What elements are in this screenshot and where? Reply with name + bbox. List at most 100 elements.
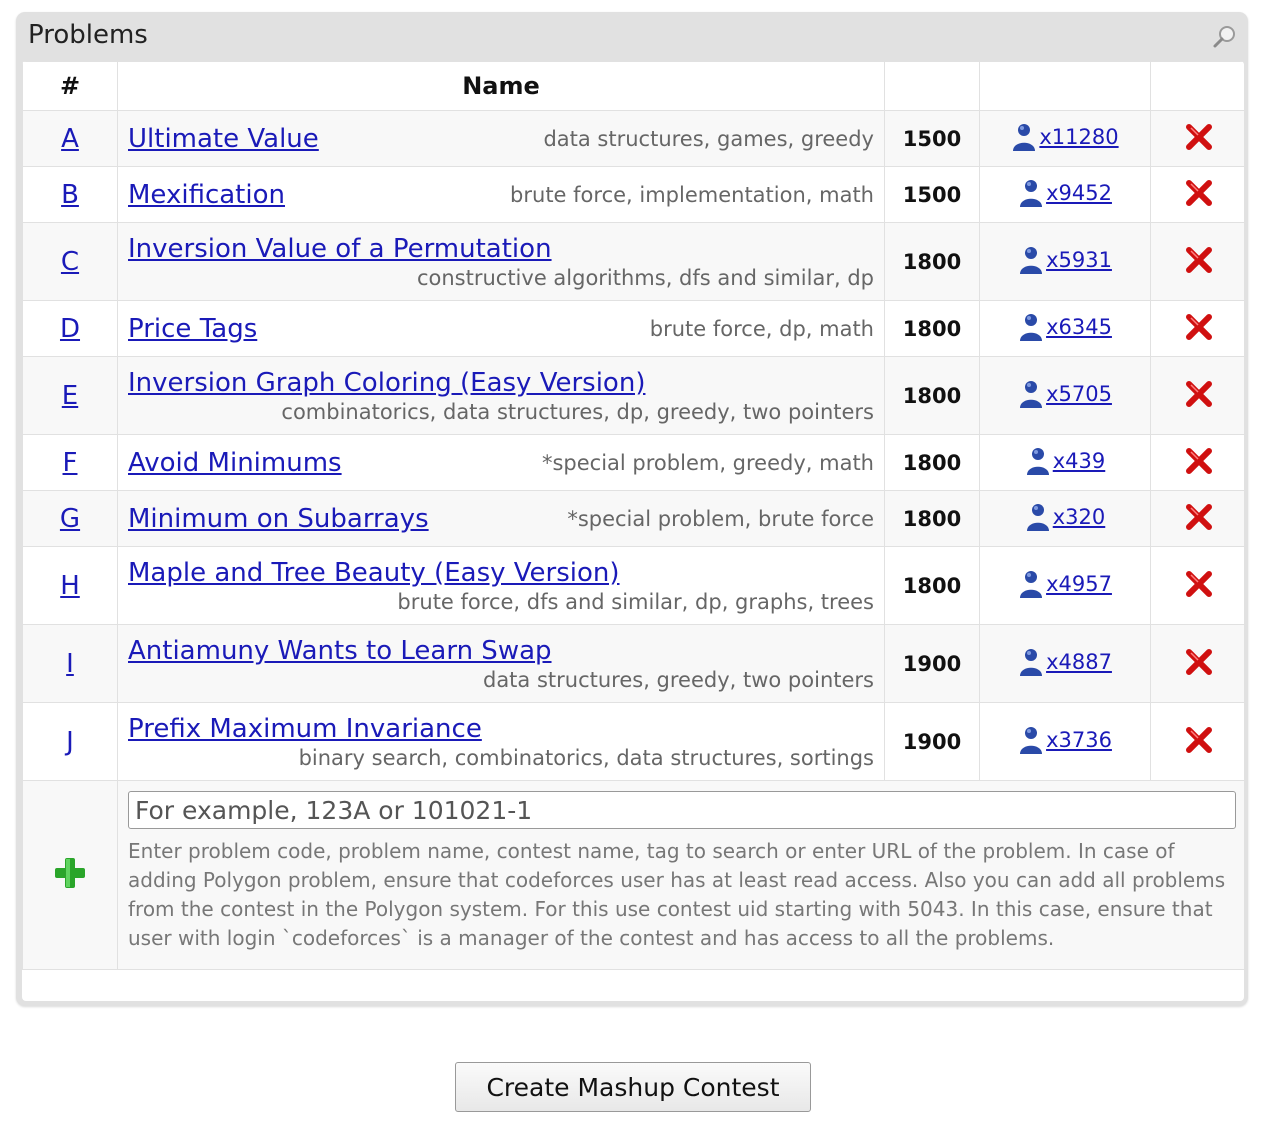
user-icon [1020, 179, 1043, 207]
delete-icon[interactable] [1184, 725, 1214, 755]
problem-delete-cell [1150, 434, 1244, 491]
problem-rating: 1800 [884, 546, 980, 625]
table-row: F Avoid Minimums *special problem, greedy,… [22, 434, 1244, 491]
create-mashup-contest-button[interactable]: Create Mashup Contest [455, 1062, 811, 1112]
problem-index-link[interactable]: G [60, 504, 80, 534]
problem-delete-cell [1150, 166, 1244, 223]
problem-tags: brute force, dfs and similar, dp, graphs… [397, 589, 874, 614]
table-row: B Mexification brute force, implementation… [22, 166, 1244, 223]
magnifier-icon[interactable] [1212, 24, 1238, 50]
user-icon [1026, 503, 1049, 531]
problems-panel: Problems # Name A Ultimate Value data stru… [16, 12, 1248, 1006]
solved-count-link[interactable]: x11280 [1039, 125, 1118, 149]
add-plus-icon[interactable] [53, 856, 87, 890]
solved-count: x4957 [1018, 569, 1112, 599]
table-row: D Price Tags brute force, dp, math 1800 x634… [22, 300, 1244, 357]
problem-index-link[interactable]: I [66, 649, 74, 679]
problem-index-link[interactable]: A [61, 124, 79, 154]
solved-count-link[interactable]: x5705 [1046, 382, 1112, 406]
problem-rating: 1800 [884, 434, 980, 491]
problem-solved-cell: x439 [979, 434, 1151, 491]
problem-search-input[interactable] [128, 791, 1236, 829]
delete-icon[interactable] [1184, 502, 1214, 532]
add-problem-input-cell: Enter problem code, problem name, contes… [117, 780, 1244, 970]
solved-count-link[interactable]: x3736 [1046, 728, 1112, 752]
problem-name-cell: Inversion Graph Coloring (Easy Version) c… [117, 356, 885, 435]
user-icon [1020, 380, 1043, 408]
solved-count-link[interactable]: x9452 [1046, 181, 1112, 205]
delete-icon[interactable] [1184, 312, 1214, 342]
problem-name-cell: Antiamuny Wants to Learn Swap data struct… [117, 624, 885, 703]
problem-solved-cell: x5705 [979, 356, 1151, 435]
problem-index-link[interactable]: H [60, 571, 80, 601]
solved-count: x5931 [1018, 245, 1112, 275]
problem-index-cell: A [22, 110, 118, 167]
problem-name-link[interactable]: Price Tags [128, 314, 257, 344]
solved-count: x3736 [1018, 725, 1112, 755]
table-row: J Prefix Maximum Invariance binary search,… [22, 702, 1244, 781]
problem-solved-cell: x3736 [979, 702, 1151, 781]
problem-name-link[interactable]: Avoid Minimums [128, 448, 342, 478]
problem-delete-cell [1150, 356, 1244, 435]
problem-index-link[interactable]: E [62, 381, 78, 411]
solved-count-link[interactable]: x4887 [1046, 650, 1112, 674]
solved-count-link[interactable]: x5931 [1046, 248, 1112, 272]
problem-name-link[interactable]: Ultimate Value [128, 124, 319, 154]
problem-name-cell: Price Tags brute force, dp, math [117, 300, 885, 357]
problem-tags: binary search, combinatorics, data struc… [298, 745, 874, 770]
delete-icon[interactable] [1184, 245, 1214, 275]
problem-name-cell: Maple and Tree Beauty (Easy Version) brut… [117, 546, 885, 625]
delete-icon[interactable] [1184, 122, 1214, 152]
problem-tags: *special problem, greedy, math [541, 450, 874, 475]
problem-name-cell: Mexification brute force, implementation,… [117, 166, 885, 223]
problem-rating: 1800 [884, 300, 980, 357]
solved-count: x9452 [1018, 178, 1112, 208]
problem-index-link[interactable]: D [60, 314, 80, 344]
delete-icon[interactable] [1184, 379, 1214, 409]
solved-count-link[interactable]: x4957 [1046, 572, 1112, 596]
problem-index-link[interactable]: J [66, 727, 74, 757]
problem-name-link[interactable]: Maple and Tree Beauty (Easy Version) [128, 558, 620, 588]
user-icon [1020, 570, 1043, 598]
problem-name-link[interactable]: Mexification [128, 180, 285, 210]
delete-icon[interactable] [1184, 446, 1214, 476]
table-row: E Inversion Graph Coloring (Easy Version)… [22, 356, 1244, 435]
problem-solved-cell: x5931 [979, 222, 1151, 301]
problem-solved-cell: x4957 [979, 546, 1151, 625]
problems-table-wrap: # Name A Ultimate Value data structures, g… [22, 61, 1244, 1001]
delete-icon[interactable] [1184, 569, 1214, 599]
user-icon [1020, 246, 1043, 274]
problem-name-link[interactable]: Inversion Graph Coloring (Easy Version) [128, 368, 645, 398]
problem-name-link[interactable]: Minimum on Subarrays [128, 504, 429, 534]
delete-icon[interactable] [1184, 178, 1214, 208]
delete-icon[interactable] [1184, 647, 1214, 677]
solved-count: x4887 [1018, 647, 1112, 677]
solved-count: x11280 [1011, 122, 1119, 152]
problem-index-link[interactable]: F [63, 448, 78, 478]
problem-index-cell: B [22, 166, 118, 223]
solved-count-link[interactable]: x439 [1053, 449, 1106, 473]
solved-count-link[interactable]: x6345 [1046, 315, 1112, 339]
problem-index-link[interactable]: B [61, 180, 79, 210]
user-icon [1020, 313, 1043, 341]
problem-index-cell: D [22, 300, 118, 357]
problem-name-link[interactable]: Prefix Maximum Invariance [128, 714, 482, 744]
problems-table: # Name A Ultimate Value data structures, g… [22, 61, 1244, 970]
problem-rating: 1900 [884, 702, 980, 781]
problem-name-cell: Ultimate Value data structures, games, gr… [117, 110, 885, 167]
problem-solved-cell: x320 [979, 490, 1151, 547]
problem-rating: 1800 [884, 356, 980, 435]
table-row: G Minimum on Subarrays *special problem, b… [22, 490, 1244, 547]
problem-delete-cell [1150, 300, 1244, 357]
user-icon [1020, 648, 1043, 676]
problem-name-link[interactable]: Antiamuny Wants to Learn Swap [128, 636, 552, 666]
problem-tags: brute force, implementation, math [510, 182, 874, 207]
problem-index-link[interactable]: C [61, 247, 79, 277]
solved-count-link[interactable]: x320 [1053, 505, 1106, 529]
problem-index-cell: F [22, 434, 118, 491]
problem-name-link[interactable]: Inversion Value of a Permutation [128, 234, 552, 264]
problem-name-cell: Minimum on Subarrays *special problem, br… [117, 490, 885, 547]
problem-delete-cell [1150, 546, 1244, 625]
table-row: A Ultimate Value data structures, games, g… [22, 110, 1244, 167]
problem-name-cell: Avoid Minimums *special problem, greedy, … [117, 434, 885, 491]
